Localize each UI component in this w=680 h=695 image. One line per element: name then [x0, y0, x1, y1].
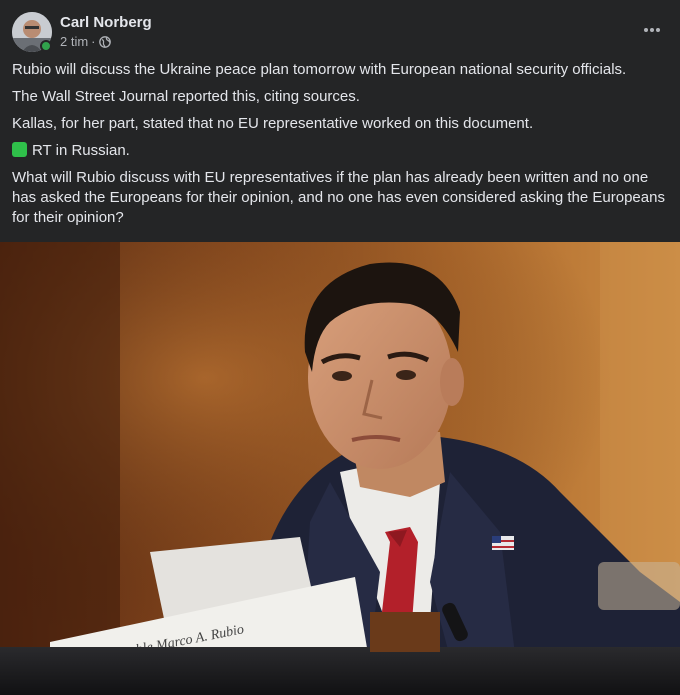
more-options-button[interactable]	[634, 14, 670, 46]
photo-image: The Honorable Marco A. Rubio	[0, 242, 680, 695]
post-paragraph: Kallas, for her part, stated that no EU …	[12, 115, 534, 132]
meta-separator: ·	[91, 34, 96, 49]
post-header: Carl Norberg 2 tim ·	[0, 0, 680, 60]
rt-line: RT in Russian.	[12, 141, 668, 161]
post-paragraph: The Wall Street Journal reported this, c…	[12, 88, 360, 105]
green-square-emoji	[12, 142, 27, 157]
post-question: What will Rubio discuss with EU represen…	[12, 169, 665, 226]
online-status-dot	[40, 40, 52, 52]
globe-icon[interactable]	[98, 36, 111, 48]
post-meta: 2 tim ·	[60, 34, 111, 50]
facebook-post: Carl Norberg 2 tim · Rubio will discuss …	[0, 0, 680, 695]
post-time[interactable]: 2 tim	[60, 34, 88, 50]
more-dots-icon	[644, 28, 660, 32]
author-name[interactable]: Carl Norberg	[60, 14, 152, 32]
post-text: Rubio will discuss the Ukraine peace pla…	[12, 60, 668, 235]
rt-line-text: RT in Russian.	[32, 142, 130, 159]
post-paragraph: Rubio will discuss the Ukraine peace pla…	[12, 61, 627, 78]
post-photo[interactable]: The Honorable Marco A. Rubio	[0, 242, 680, 695]
